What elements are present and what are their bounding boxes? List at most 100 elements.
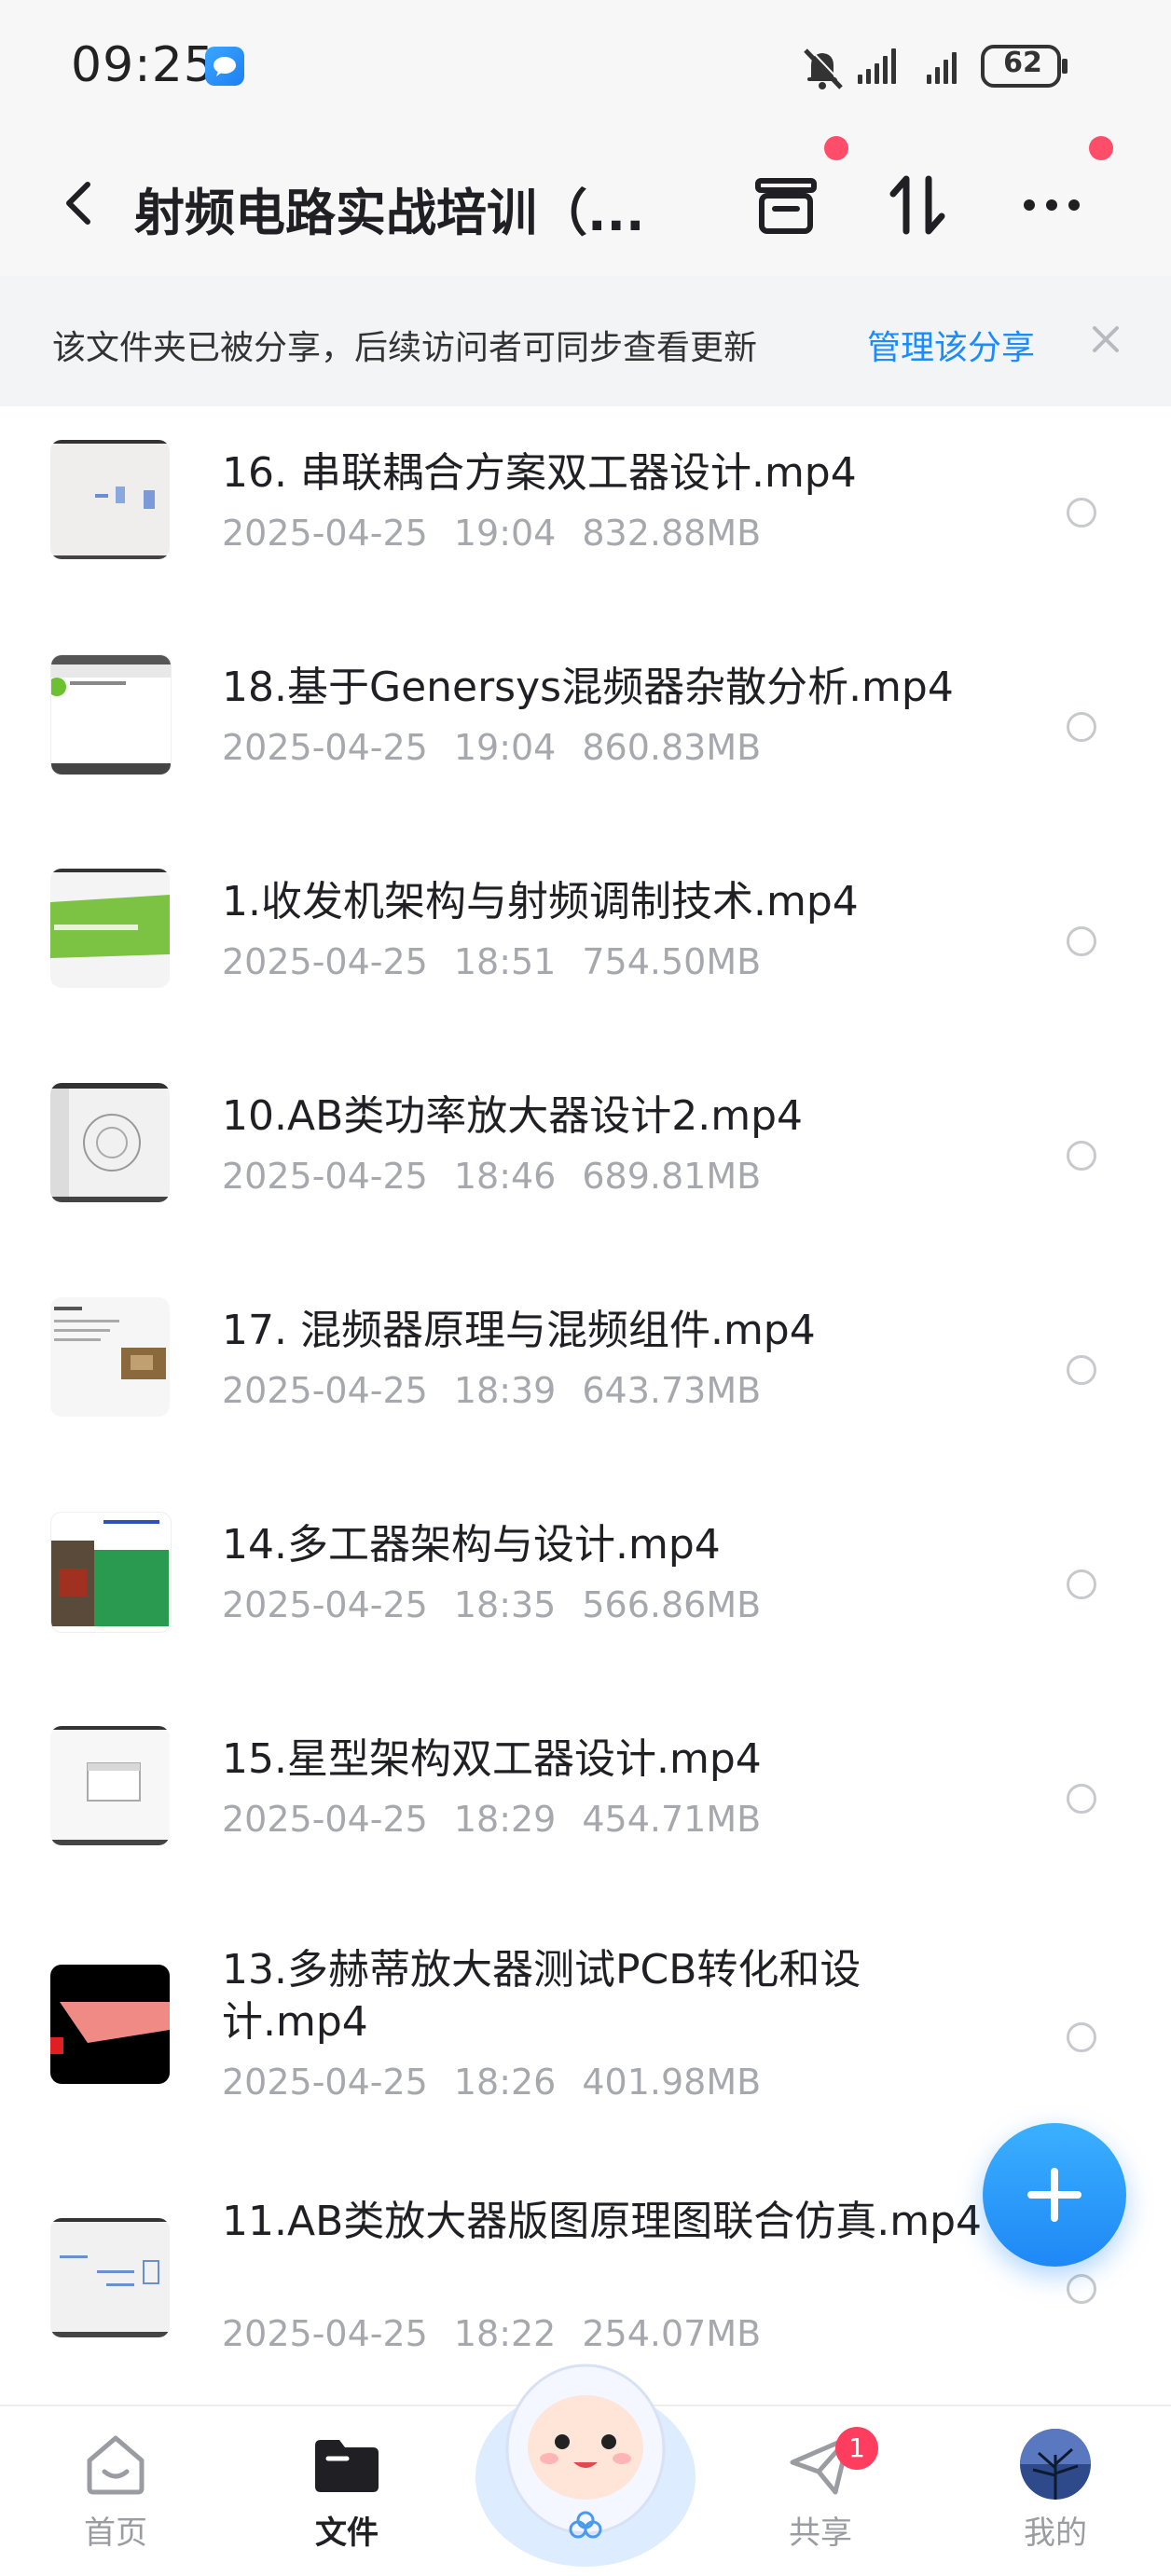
file-time: 18:29 — [453, 1799, 557, 1840]
file-meta: 2025-04-25 19:04 860.83MB — [222, 727, 761, 768]
nav-files[interactable]: 文件 — [272, 2427, 421, 2553]
share-banner: 该文件夹已被分享，后续访问者可同步查看更新 管理该分享 — [0, 276, 1171, 406]
message-notification-icon — [205, 47, 244, 86]
nav-me[interactable]: 我的 — [981, 2427, 1130, 2553]
file-time: 18:39 — [453, 1370, 557, 1411]
file-size: 754.50MB — [582, 941, 762, 982]
file-row[interactable]: 18.基于Genersys混频器杂散分析.mp4 2025-04-25 19:04… — [0, 621, 1171, 835]
avatar — [1020, 2429, 1091, 2500]
select-radio[interactable] — [1067, 926, 1096, 956]
chevron-left-icon — [66, 182, 90, 225]
file-row[interactable]: 17. 混频器原理与混频组件.mp4 2025-04-25 18:39 643.73… — [0, 1264, 1171, 1478]
nav-files-label: 文件 — [315, 2514, 379, 2552]
file-date: 2025-04-25 — [222, 1584, 428, 1625]
manage-share-link[interactable]: 管理该分享 — [867, 321, 1035, 369]
plus-icon — [1027, 2168, 1081, 2222]
nav-share[interactable]: 1 共享 — [746, 2427, 895, 2553]
file-row[interactable]: 16. 串联耦合方案双工器设计.mp4 2025-04-25 19:04 832.8… — [0, 406, 1171, 621]
notification-dot — [1089, 136, 1113, 160]
mute-bell-icon — [804, 47, 845, 89]
file-date: 2025-04-25 — [222, 1799, 428, 1840]
file-date: 2025-04-25 — [222, 513, 428, 554]
status-bar: 09:25 62 — [0, 0, 1171, 130]
battery-level: 62 — [1003, 47, 1042, 79]
more-options-button[interactable] — [1014, 168, 1089, 242]
select-radio[interactable] — [1067, 498, 1096, 528]
select-radio[interactable] — [1067, 1141, 1096, 1171]
file-time: 18:46 — [453, 1156, 557, 1197]
file-name: 17. 混频器原理与混频组件.mp4 — [222, 1307, 816, 1354]
nav-home[interactable]: 首页 — [41, 2427, 190, 2553]
file-size: 566.86MB — [582, 1584, 762, 1625]
more-dots-icon — [1024, 199, 1080, 211]
file-meta: 2025-04-25 18:39 643.73MB — [222, 1370, 761, 1411]
file-name: 10.AB类功率放大器设计2.mp4 — [222, 1092, 804, 1140]
page-title: 射频电路实战培训（... — [134, 184, 645, 242]
file-meta: 2025-04-25 19:04 832.88MB — [222, 513, 761, 554]
archive-button[interactable] — [749, 168, 823, 242]
file-name: 14.多工器架构与设计.mp4 — [222, 1521, 721, 1569]
video-thumbnail — [50, 654, 172, 775]
file-name: 11.AB类放大器版图原理图联合仿真.mp4 — [222, 2198, 983, 2245]
robot-mascot-icon — [475, 2364, 696, 2567]
file-row[interactable]: 1.收发机架构与射频调制技术.mp4 2025-04-25 18:51 754.50… — [0, 835, 1171, 1049]
notification-dot — [824, 136, 848, 160]
add-button[interactable] — [983, 2123, 1126, 2267]
file-date: 2025-04-25 — [222, 2313, 428, 2354]
file-date: 2025-04-25 — [222, 1370, 428, 1411]
select-radio[interactable] — [1067, 2274, 1096, 2304]
select-radio[interactable] — [1067, 1355, 1096, 1385]
file-name: 13.多赫蒂放大器测试PCB转化和设计.mp4 — [222, 1946, 861, 2046]
close-banner-button[interactable] — [1083, 317, 1128, 362]
file-time: 19:04 — [453, 513, 557, 554]
back-button[interactable] — [48, 170, 116, 237]
nav-home-label: 首页 — [84, 2514, 147, 2552]
file-meta: 2025-04-25 18:26 401.98MB — [222, 2062, 761, 2103]
file-row[interactable]: 13.多赫蒂放大器测试PCB转化和设计.mp4 2025-04-25 18:26 4… — [0, 1907, 1171, 2158]
file-time: 19:04 — [453, 727, 557, 768]
file-row[interactable]: 10.AB类功率放大器设计2.mp4 2025-04-25 18:46 689.81… — [0, 1049, 1171, 1264]
file-meta: 2025-04-25 18:29 454.71MB — [222, 1799, 761, 1840]
header-bar: 射频电路实战培训（... — [0, 130, 1171, 276]
archive-box-icon — [755, 178, 817, 234]
video-thumbnail — [50, 1965, 170, 2084]
status-time: 09:25 — [71, 37, 215, 93]
file-size: 454.71MB — [582, 1799, 762, 1840]
file-name: 15.星型架构双工器设计.mp4 — [222, 1735, 762, 1783]
close-icon — [1093, 326, 1119, 352]
file-row[interactable]: 15.星型架构双工器设计.mp4 2025-04-25 18:29 454.71MB — [0, 1692, 1171, 1907]
folder-icon — [315, 2440, 379, 2492]
select-radio[interactable] — [1067, 1784, 1096, 1814]
video-thumbnail — [50, 1726, 170, 1845]
file-meta: 2025-04-25 18:51 754.50MB — [222, 941, 761, 982]
share-notice-text: 该文件夹已被分享，后续访问者可同步查看更新 — [52, 329, 758, 367]
file-date: 2025-04-25 — [222, 2062, 428, 2103]
file-name: 18.基于Genersys混频器杂散分析.mp4 — [222, 664, 954, 711]
file-name: 1.收发机架构与射频调制技术.mp4 — [222, 878, 859, 925]
video-thumbnail — [50, 869, 170, 988]
video-thumbnail — [50, 1297, 170, 1417]
sort-button[interactable] — [880, 168, 955, 242]
select-radio[interactable] — [1067, 2022, 1096, 2052]
file-meta: 2025-04-25 18:46 689.81MB — [222, 1156, 761, 1197]
file-size: 832.88MB — [582, 513, 762, 554]
nav-me-label: 我的 — [1024, 2514, 1087, 2552]
signal-strength-icon — [858, 48, 896, 84]
select-radio[interactable] — [1067, 1569, 1096, 1599]
sort-arrows-icon — [889, 175, 945, 235]
file-size: 643.73MB — [582, 1370, 762, 1411]
status-indicators: 62 — [798, 41, 1096, 93]
file-time: 18:26 — [453, 2062, 557, 2103]
file-time: 18:51 — [453, 941, 557, 982]
select-radio[interactable] — [1067, 712, 1096, 742]
file-name: 16. 串联耦合方案双工器设计.mp4 — [222, 449, 857, 497]
file-row[interactable]: 14.多工器架构与设计.mp4 2025-04-25 18:35 566.86MB — [0, 1478, 1171, 1692]
ai-assistant-button[interactable] — [471, 2337, 700, 2572]
file-date: 2025-04-25 — [222, 1156, 428, 1197]
share-badge: 1 — [835, 2427, 878, 2470]
file-time: 18:35 — [453, 1584, 557, 1625]
video-thumbnail — [50, 1512, 172, 1633]
video-thumbnail — [50, 440, 170, 559]
video-thumbnail — [50, 2218, 170, 2337]
home-icon — [87, 2435, 145, 2495]
